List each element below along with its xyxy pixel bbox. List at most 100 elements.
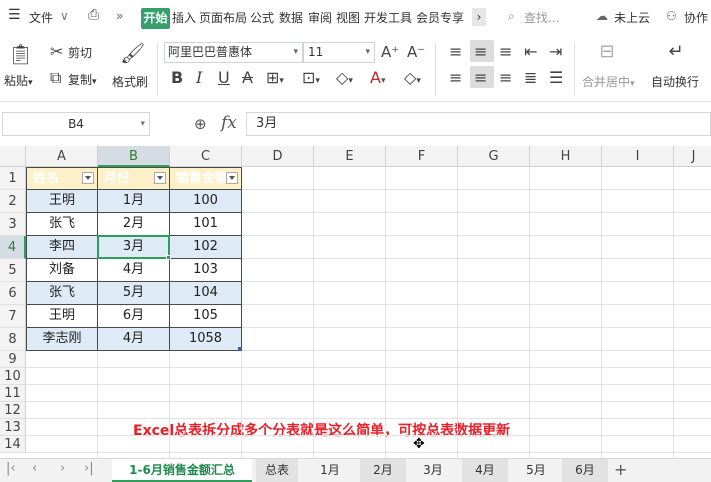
prev-sheet-icon[interactable]: ‹ <box>32 461 37 476</box>
tab-formulas[interactable]: 公式 <box>250 9 274 26</box>
spreadsheet-grid[interactable]: Excel总表拆分成多个分表就是这么简单，可按总表数据更新 ✥ ABCDEFGH… <box>0 146 711 458</box>
table-cell[interactable]: 100 <box>170 190 242 213</box>
table-cell[interactable]: 6月 <box>98 305 170 328</box>
more-icon[interactable]: » <box>116 9 123 23</box>
merge-center-icon[interactable]: ⊟ <box>595 43 619 61</box>
sheet-tab[interactable]: 4月 <box>462 459 508 482</box>
merge-center-button[interactable]: 合并居中▾ <box>582 73 635 90</box>
sheet-tab[interactable]: 2月 <box>360 459 406 482</box>
cut-icon[interactable]: ✂ <box>50 44 63 60</box>
cell-style-icon[interactable]: ⊡▾ <box>302 70 320 89</box>
select-all-corner[interactable] <box>0 146 26 167</box>
last-sheet-icon[interactable]: ›| <box>84 461 94 476</box>
table-cell[interactable]: 刘备 <box>26 259 98 282</box>
wrap-text-icon[interactable]: ↵ <box>664 43 688 61</box>
column-header-d[interactable]: D <box>242 146 314 167</box>
table-cell[interactable]: 5月 <box>98 282 170 305</box>
row-header-3[interactable]: 3 <box>0 213 26 236</box>
row-header-4[interactable]: 4 <box>0 236 26 259</box>
table-cell[interactable]: 104 <box>170 282 242 305</box>
file-menu-chevron-icon[interactable]: ∨ <box>60 9 69 23</box>
tab-home[interactable]: 开始 <box>141 8 170 29</box>
wrap-text-button[interactable]: 自动换行 <box>651 73 699 90</box>
sheet-tab[interactable]: 总表 <box>256 459 298 482</box>
format-painter-button[interactable]: 格式刷 <box>112 73 148 90</box>
table-cell[interactable]: 102 <box>170 236 242 259</box>
cut-button[interactable]: 剪切 <box>68 44 92 61</box>
add-sheet-button[interactable]: + <box>614 460 627 479</box>
fx-icon[interactable]: fx <box>221 113 237 133</box>
increase-font-icon[interactable]: A⁺ <box>381 44 399 60</box>
font-color-icon[interactable]: A▾ <box>370 70 385 89</box>
bold-icon[interactable]: B <box>171 70 183 86</box>
distribute-icon[interactable]: ☰ <box>549 70 563 86</box>
column-header-g[interactable]: G <box>458 146 530 167</box>
row-header-11[interactable]: 11 <box>0 385 26 402</box>
formula-input[interactable]: 3月 <box>246 112 711 136</box>
strikethrough-icon[interactable]: A <box>242 70 253 86</box>
table-cell[interactable]: 2月 <box>98 213 170 236</box>
sheet-tab[interactable]: 1-6月销售金额汇总 <box>112 459 252 482</box>
row-header-8[interactable]: 8 <box>0 328 26 351</box>
align-left-icon[interactable]: ≡ <box>449 70 462 86</box>
font-name-select[interactable]: 阿里巴巴普惠体 ▾ <box>164 42 303 63</box>
align-center-icon[interactable]: ≡ <box>474 70 487 86</box>
column-header-e[interactable]: E <box>314 146 386 167</box>
cloud-status[interactable]: 未上云 <box>614 9 650 26</box>
sheet-tab[interactable]: 6月 <box>562 459 608 482</box>
align-top-icon[interactable]: ≡ <box>449 44 462 60</box>
table-cell[interactable]: 李四 <box>26 236 98 259</box>
paste-button[interactable]: 粘贴▾ <box>4 72 33 89</box>
row-header-2[interactable]: 2 <box>0 190 26 213</box>
row-header-5[interactable]: 5 <box>0 259 26 282</box>
table-cell[interactable]: 王明 <box>26 305 98 328</box>
sheet-tab[interactable]: 1月 <box>306 459 354 482</box>
filter-dropdown-icon[interactable] <box>82 172 94 184</box>
tab-insert[interactable]: 插入 <box>172 9 196 26</box>
underline-icon[interactable]: U <box>218 70 230 86</box>
indent-increase-icon[interactable]: ⇥ <box>549 44 562 60</box>
table-resize-handle[interactable] <box>238 347 242 351</box>
table-cell[interactable]: 4月 <box>98 328 170 351</box>
table-header-cell[interactable]: 月份 <box>98 167 170 190</box>
column-header-c[interactable]: C <box>170 146 242 167</box>
row-header-12[interactable]: 12 <box>0 402 26 419</box>
table-cell[interactable]: 101 <box>170 213 242 236</box>
align-bottom-icon[interactable]: ≡ <box>499 44 512 60</box>
column-header-i[interactable]: I <box>602 146 674 167</box>
sheet-tab[interactable]: 5月 <box>512 459 560 482</box>
filter-dropdown-icon[interactable] <box>226 172 238 184</box>
next-sheet-icon[interactable]: › <box>60 461 65 476</box>
collab-button[interactable]: 协作 <box>684 9 708 26</box>
column-header-a[interactable]: A <box>26 146 98 167</box>
tab-page-layout[interactable]: 页面布局 <box>199 9 247 26</box>
column-header-j[interactable]: J <box>674 146 711 167</box>
row-header-6[interactable]: 6 <box>0 282 26 305</box>
font-size-select[interactable]: 11 ▾ <box>303 42 375 63</box>
table-cell[interactable]: 王明 <box>26 190 98 213</box>
decrease-font-icon[interactable]: A⁻ <box>407 44 425 60</box>
table-header-cell[interactable]: 销售金额 <box>170 167 242 190</box>
tab-data[interactable]: 数据 <box>279 9 303 26</box>
column-header-h[interactable]: H <box>530 146 602 167</box>
table-cell[interactable]: 张飞 <box>26 282 98 305</box>
align-middle-icon[interactable]: ≡ <box>474 44 487 60</box>
tab-review[interactable]: 审阅 <box>308 9 332 26</box>
fill-handle[interactable] <box>166 255 171 260</box>
clear-format-icon[interactable]: ◇▾ <box>404 70 421 89</box>
table-cell[interactable]: 105 <box>170 305 242 328</box>
row-header-1[interactable]: 1 <box>0 167 26 190</box>
table-cell[interactable]: 1058 <box>170 328 242 351</box>
row-header-10[interactable]: 10 <box>0 368 26 385</box>
borders-icon[interactable]: ⊞▾ <box>266 70 284 89</box>
save-icon[interactable]: ⎙ <box>88 7 99 23</box>
copy-icon[interactable]: ⧉ <box>50 70 61 86</box>
search-box[interactable]: 查找... <box>524 9 559 26</box>
format-painter-icon[interactable]: 🖌︎ <box>120 42 145 64</box>
paste-icon[interactable]: 📋︎ <box>8 42 33 66</box>
tab-view[interactable]: 视图 <box>336 9 360 26</box>
first-sheet-icon[interactable]: |‹ <box>6 461 16 476</box>
filter-dropdown-icon[interactable] <box>154 172 166 184</box>
italic-icon[interactable]: I <box>196 70 202 86</box>
table-cell[interactable]: 张飞 <box>26 213 98 236</box>
